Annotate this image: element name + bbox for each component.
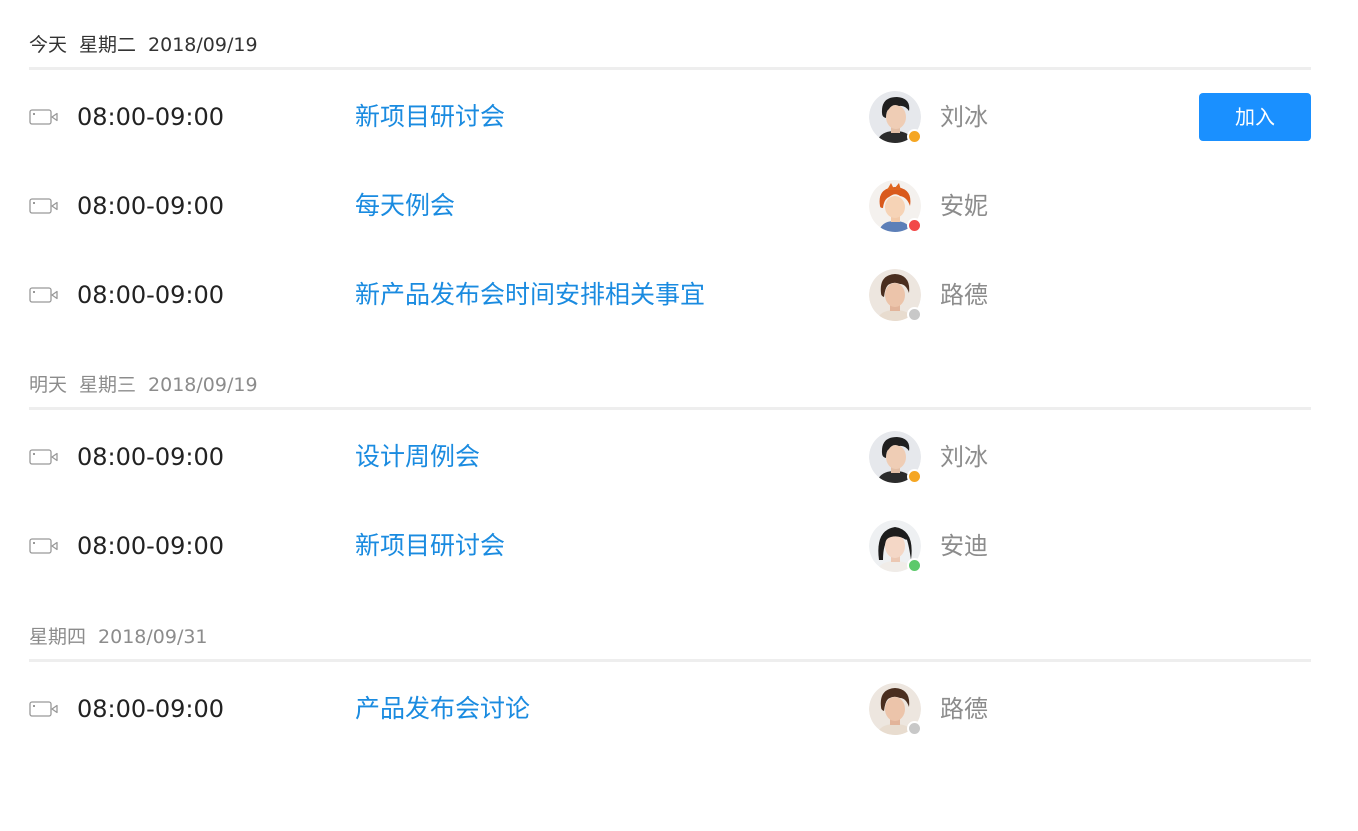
meeting-title-link[interactable]: 新产品发布会时间安排相关事宜 xyxy=(355,280,705,310)
section-divider xyxy=(29,407,1311,410)
meeting-row: 08:00-09:00 每天例会 安妮 xyxy=(29,178,1311,234)
video-camera-icon xyxy=(29,701,58,717)
video-camera-icon xyxy=(29,109,58,125)
host-name: 路德 xyxy=(940,695,988,723)
meeting-title-link[interactable]: 产品发布会讨论 xyxy=(355,694,530,724)
host-name: 刘冰 xyxy=(940,443,988,471)
meeting-row: 08:00-09:00 新项目研讨会 安迪 xyxy=(29,518,1311,574)
video-camera-icon xyxy=(29,449,58,465)
host-avatar xyxy=(869,431,922,484)
host-avatar xyxy=(869,269,922,322)
meeting-title-link[interactable]: 每天例会 xyxy=(355,191,455,221)
day-label: 明天 xyxy=(29,374,68,396)
day-header-today: 今天 星期二 2018/09/19 xyxy=(29,33,1311,57)
meeting-time: 08:00-09:00 xyxy=(77,103,224,131)
host-avatar xyxy=(869,683,922,736)
host-name: 安妮 xyxy=(940,192,988,220)
meeting-row: 08:00-09:00 设计周例会 刘冰 xyxy=(29,429,1311,485)
status-away-dot xyxy=(907,469,922,484)
day-header-tomorrow: 明天 星期三 2018/09/19 xyxy=(29,373,1311,397)
host-avatar xyxy=(869,520,922,573)
host-name: 刘冰 xyxy=(940,103,988,131)
meeting-time: 08:00-09:00 xyxy=(77,281,224,309)
join-button[interactable]: 加入 xyxy=(1199,93,1311,141)
status-offline-dot xyxy=(907,721,922,736)
meeting-row: 08:00-09:00 新产品发布会时间安排相关事宜 路德 xyxy=(29,267,1311,323)
status-away-dot xyxy=(907,129,922,144)
meeting-time: 08:00-09:00 xyxy=(77,695,224,723)
host-name: 安迪 xyxy=(940,532,988,560)
meeting-time: 08:00-09:00 xyxy=(77,443,224,471)
status-online-dot xyxy=(907,558,922,573)
date-label: 2018/09/19 xyxy=(148,374,258,396)
meeting-title-link[interactable]: 设计周例会 xyxy=(355,442,480,472)
meeting-title-link[interactable]: 新项目研讨会 xyxy=(355,531,505,561)
status-offline-dot xyxy=(907,307,922,322)
section-divider xyxy=(29,67,1311,70)
date-label: 2018/09/31 xyxy=(98,626,208,648)
date-label: 2018/09/19 xyxy=(148,34,258,56)
weekday-label: 星期三 xyxy=(79,374,137,396)
host-avatar xyxy=(869,180,922,233)
meeting-time: 08:00-09:00 xyxy=(77,192,224,220)
host-avatar xyxy=(869,91,922,144)
meeting-time: 08:00-09:00 xyxy=(77,532,224,560)
weekday-label: 星期二 xyxy=(79,34,137,56)
meeting-row: 08:00-09:00 新项目研讨会 刘冰 加入 xyxy=(29,89,1311,145)
video-camera-icon xyxy=(29,198,58,214)
status-busy-dot xyxy=(907,218,922,233)
video-camera-icon xyxy=(29,287,58,303)
host-name: 路德 xyxy=(940,281,988,309)
meeting-row: 08:00-09:00 产品发布会讨论 路德 xyxy=(29,681,1311,737)
meeting-title-link[interactable]: 新项目研讨会 xyxy=(355,102,505,132)
weekday-label: 星期四 xyxy=(29,626,87,648)
section-divider xyxy=(29,659,1311,662)
day-header-thursday: 星期四 2018/09/31 xyxy=(29,625,1311,649)
video-camera-icon xyxy=(29,538,58,554)
day-label: 今天 xyxy=(29,34,68,56)
